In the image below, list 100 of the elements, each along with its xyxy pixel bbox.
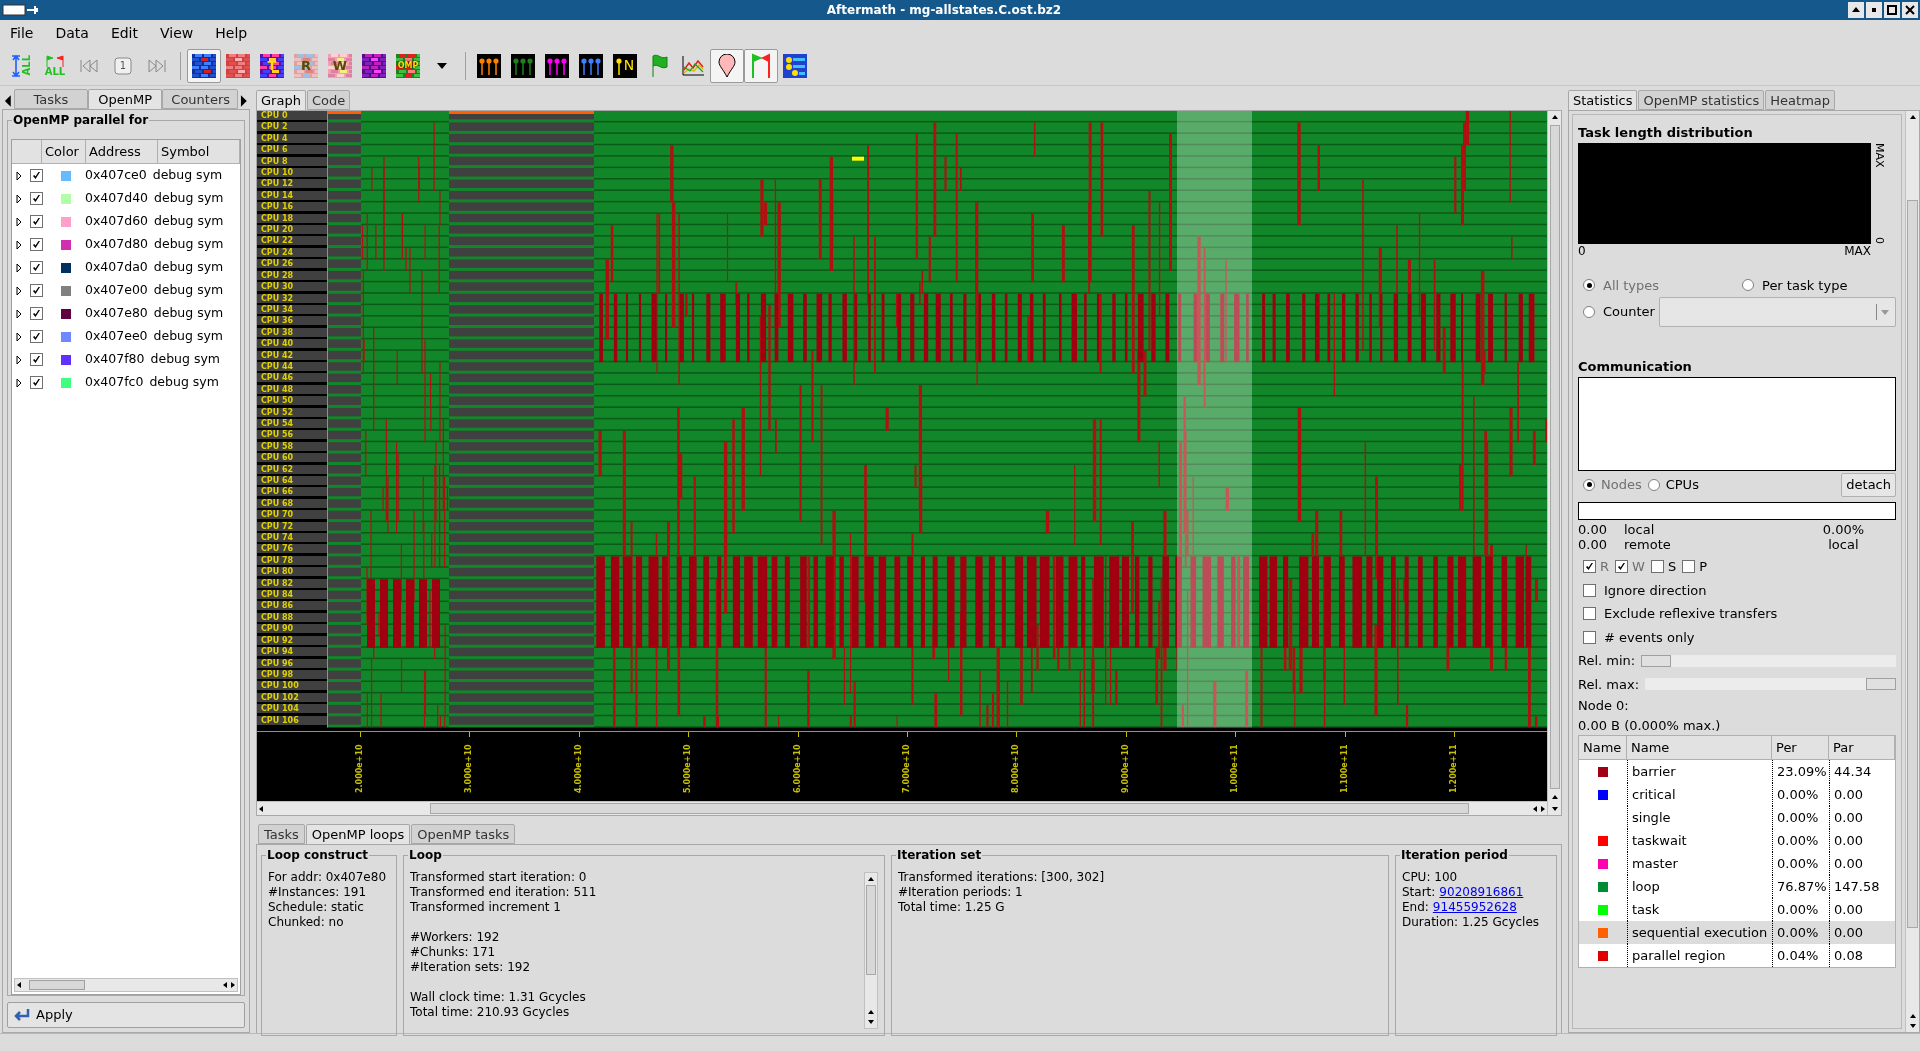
radio-label[interactable]: Nodes (1601, 475, 1642, 495)
checkbox[interactable] (1682, 560, 1696, 574)
column-header[interactable]: Par (1829, 736, 1895, 759)
tab[interactable]: Tasks (13, 89, 88, 109)
table-row[interactable]: 0x407e00 debug sym (12, 279, 240, 302)
vertical-scrollbar[interactable] (1547, 111, 1561, 815)
checkbox[interactable] (1615, 560, 1629, 574)
checkbox[interactable] (30, 330, 43, 343)
expand-arrow-icon[interactable] (16, 354, 22, 365)
checkbox[interactable] (1583, 560, 1596, 574)
tab[interactable]: OpenMP statistics (1638, 90, 1765, 110)
checkbox-label[interactable]: P (1699, 557, 1707, 577)
table-row[interactable]: master 0.00% 0.00 (1579, 852, 1895, 875)
column-header[interactable]: Per (1772, 736, 1829, 759)
scroll-up-icon[interactable] (867, 1008, 875, 1016)
toolbar-button[interactable]: 1 (106, 48, 140, 83)
table-row[interactable]: 0x407ce0 debug sym (12, 164, 240, 187)
tab[interactable]: Statistics (1568, 90, 1638, 110)
checkbox[interactable] (1583, 583, 1596, 597)
radio-button[interactable] (1583, 306, 1595, 318)
scroll-left-icon[interactable] (1531, 804, 1539, 813)
checkbox-label[interactable]: # events only (1604, 627, 1695, 647)
checkbox[interactable] (30, 353, 43, 366)
cycle-link[interactable]: 91455952628 (1432, 900, 1517, 915)
radio-label[interactable]: CPUs (1665, 475, 1699, 495)
radio-label[interactable]: All types (1603, 275, 1660, 295)
checkbox[interactable] (30, 169, 43, 182)
maximize-icon[interactable] (1884, 2, 1900, 18)
table-row[interactable]: 0x407f80 debug sym (12, 348, 240, 371)
tab[interactable]: Graph (256, 90, 306, 110)
menu-item[interactable]: Help (215, 22, 248, 44)
scroll-left-icon[interactable] (221, 981, 229, 989)
expand-arrow-icon[interactable] (16, 193, 22, 204)
window-menu-icon[interactable] (2, 3, 40, 17)
radio-label[interactable]: Per task type (1762, 275, 1848, 295)
table-row[interactable]: 0x407da0 debug sym (12, 256, 240, 279)
checkbox[interactable] (1583, 607, 1596, 621)
checkbox[interactable] (30, 376, 43, 389)
checkbox[interactable] (30, 215, 43, 228)
table-row[interactable]: barrier 23.09% 44.34 (1579, 760, 1895, 783)
expand-arrow-icon[interactable] (16, 308, 22, 319)
toolbar-button[interactable] (710, 48, 744, 83)
scroll-left-icon[interactable] (15, 981, 23, 989)
cycle-link[interactable]: 90208916861 (1439, 885, 1524, 900)
checkbox[interactable] (30, 192, 43, 205)
vertical-scrollbar[interactable] (864, 872, 878, 1029)
checkbox-label[interactable]: R (1600, 557, 1610, 577)
table-row[interactable]: parallel region 0.04% 0.08 (1579, 944, 1895, 967)
tab[interactable]: OpenMP tasks (411, 824, 516, 844)
checkbox[interactable] (30, 284, 43, 297)
checkbox-label[interactable]: W (1632, 557, 1645, 577)
scroll-up-icon[interactable] (1550, 113, 1559, 121)
expand-arrow-icon[interactable] (16, 216, 22, 227)
table-row[interactable]: taskwait 0.00% 0.00 (1579, 829, 1895, 852)
column-header[interactable]: Name (1627, 736, 1772, 759)
table-row[interactable]: 0x407ee0 debug sym (12, 325, 240, 348)
table-row[interactable]: 0x407e80 debug sym (12, 302, 240, 325)
radio-button[interactable] (1583, 478, 1595, 491)
tab[interactable]: OpenMP (88, 89, 163, 109)
detach-button[interactable]: detach (1841, 472, 1896, 497)
slider-track[interactable] (1645, 678, 1896, 691)
expand-arrow-icon[interactable] (16, 170, 22, 181)
expand-arrow-icon[interactable] (16, 262, 22, 273)
checkbox-label[interactable]: S (1667, 557, 1677, 577)
toolbar-button[interactable]: N (608, 48, 642, 83)
apply-button[interactable]: Apply (7, 1002, 245, 1028)
checkbox[interactable] (30, 261, 43, 274)
menu-item[interactable]: File (10, 22, 34, 44)
checkbox[interactable] (30, 307, 43, 320)
column-header[interactable]: Symbol (158, 140, 240, 163)
horizontal-scrollbar[interactable] (257, 801, 1547, 815)
toolbar-button[interactable]: W (323, 48, 357, 83)
scroll-down-icon[interactable] (1550, 805, 1559, 813)
tab[interactable]: Code (306, 90, 351, 110)
expand-arrow-icon[interactable] (16, 377, 22, 388)
scroll-up-icon[interactable] (1908, 113, 1917, 121)
expand-arrow-icon[interactable] (16, 285, 22, 296)
table-row[interactable]: 0x407d80 debug sym (12, 233, 240, 256)
menu-item[interactable]: Data (55, 22, 89, 44)
radio-button[interactable] (1583, 279, 1595, 292)
tab-scroll-left-icon[interactable] (2, 93, 14, 109)
checkbox[interactable] (30, 238, 43, 251)
column-header[interactable]: Address (86, 140, 158, 163)
slider-handle[interactable] (1866, 678, 1896, 691)
table-row[interactable]: 0x407fc0 debug sym (12, 371, 240, 394)
menu-item[interactable]: Edit (110, 22, 138, 44)
scroll-up-icon[interactable] (1550, 793, 1559, 801)
close-icon[interactable] (1902, 2, 1918, 18)
checkbox[interactable] (1650, 560, 1664, 574)
scroll-down-icon[interactable] (867, 1018, 875, 1026)
toolbar-button[interactable]: R (289, 48, 323, 83)
radio-button[interactable] (1742, 279, 1754, 292)
checkbox-label[interactable]: Exclude reflexive transfers (1604, 604, 1778, 624)
expand-arrow-icon[interactable] (16, 239, 22, 250)
table-row[interactable]: task 0.00% 0.00 (1579, 898, 1895, 921)
tab[interactable]: Heatmap (1765, 90, 1835, 110)
checkbox[interactable] (1583, 630, 1596, 644)
vertical-scrollbar[interactable] (1905, 111, 1919, 1032)
table-row[interactable]: critical 0.00% 0.00 (1579, 783, 1895, 806)
tab[interactable]: Tasks (258, 824, 305, 844)
